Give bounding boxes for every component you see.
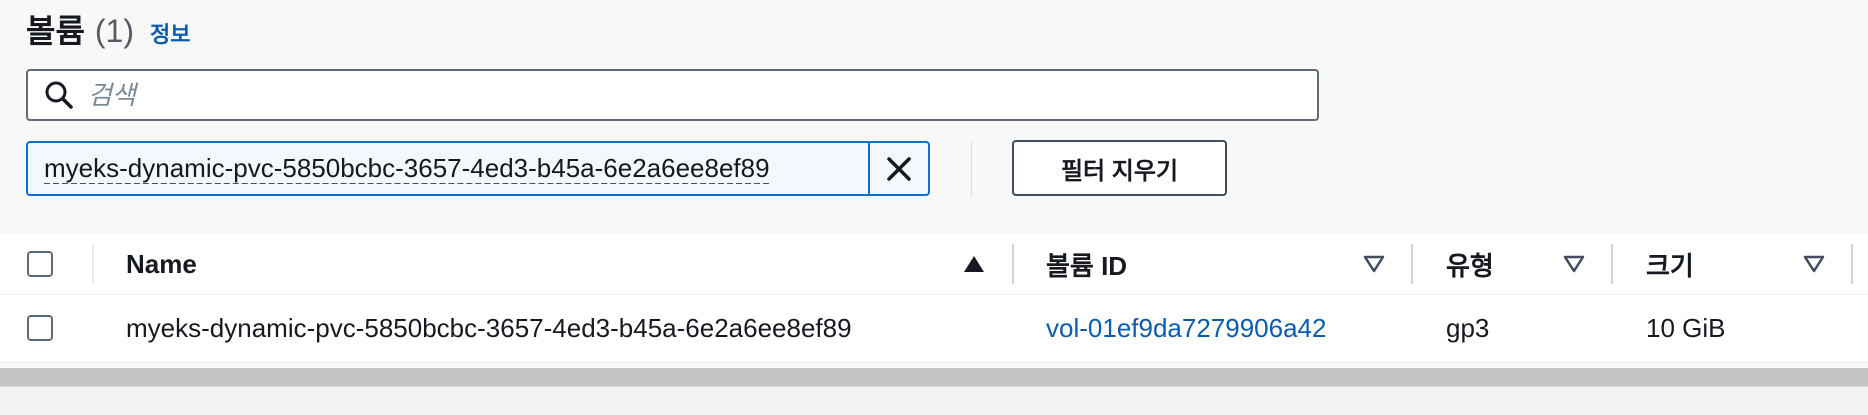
- cell-name: myeks-dynamic-pvc-5850bcbc-3657-4ed3-b45…: [126, 312, 852, 343]
- cell-type: gp3: [1446, 312, 1490, 343]
- column-resizer[interactable]: [1851, 244, 1853, 284]
- select-all-checkbox[interactable]: [27, 251, 53, 277]
- search-input[interactable]: [86, 78, 1317, 112]
- sort-ascending-icon[interactable]: [963, 254, 985, 274]
- divider: [971, 141, 972, 196]
- volumes-table: Name 볼륨 ID 유형 크기 myeks-dynamic-pvc-5850b…: [0, 234, 1868, 363]
- search-field[interactable]: [26, 69, 1319, 121]
- column-divider: [92, 244, 94, 284]
- column-resizer[interactable]: [1012, 244, 1014, 284]
- filter-token-dismiss-button[interactable]: [868, 143, 928, 194]
- column-resizer[interactable]: [1611, 244, 1613, 284]
- item-count: (1): [94, 13, 134, 49]
- sort-icon[interactable]: [1363, 254, 1385, 274]
- cell-size: 10 GiB: [1646, 312, 1726, 343]
- page-header: 볼륨 (1) 정보: [26, 6, 190, 50]
- sort-icon[interactable]: [1803, 254, 1825, 274]
- table-row[interactable]: myeks-dynamic-pvc-5850bcbc-3657-4ed3-b45…: [0, 294, 1868, 363]
- horizontal-scrollbar[interactable]: [0, 368, 1868, 386]
- cell-volume-id-link[interactable]: vol-01ef9da7279906a42: [1046, 294, 1326, 362]
- filter-token-label[interactable]: myeks-dynamic-pvc-5850bcbc-3657-4ed3-b45…: [28, 153, 868, 184]
- page-title: 볼륨: [26, 13, 85, 49]
- column-header-type[interactable]: 유형: [1446, 234, 1494, 294]
- column-resizer[interactable]: [1411, 244, 1413, 284]
- column-header-name[interactable]: Name: [126, 234, 197, 294]
- column-header-size[interactable]: 크기: [1646, 234, 1694, 294]
- close-icon: [887, 156, 911, 181]
- row-checkbox[interactable]: [27, 315, 53, 341]
- sort-icon[interactable]: [1563, 254, 1585, 274]
- search-icon: [45, 81, 73, 109]
- column-header-volume-id[interactable]: 볼륨 ID: [1046, 234, 1127, 294]
- info-link[interactable]: 정보: [150, 17, 190, 49]
- scrollbar-track: [0, 386, 1868, 415]
- clear-filters-button[interactable]: 필터 지우기: [1012, 140, 1227, 196]
- table-header: Name 볼륨 ID 유형 크기: [0, 234, 1868, 295]
- filter-token: myeks-dynamic-pvc-5850bcbc-3657-4ed3-b45…: [26, 141, 930, 196]
